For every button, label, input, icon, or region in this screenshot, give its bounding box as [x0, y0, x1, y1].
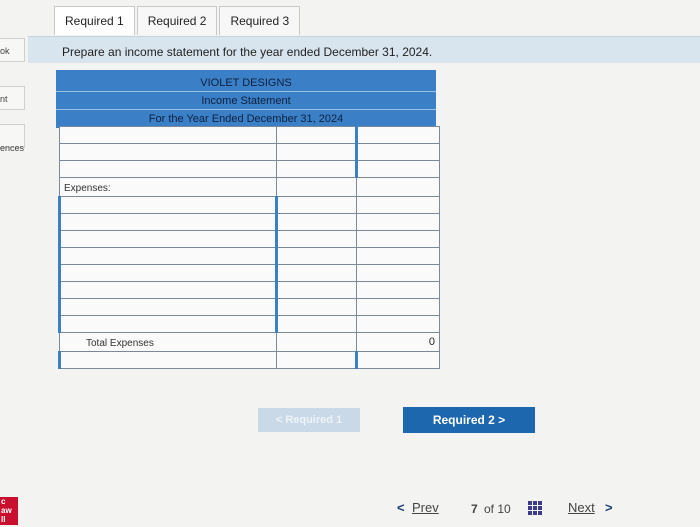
- total-cell: [356, 230, 440, 248]
- rail-item-ok[interactable]: ok: [0, 46, 10, 56]
- table-row: [58, 264, 440, 282]
- table-row: [58, 281, 440, 299]
- amount-cell: [276, 351, 357, 369]
- table-row: [58, 298, 440, 316]
- expense-amount-input[interactable]: [275, 247, 357, 265]
- amount-input[interactable]: [276, 126, 357, 144]
- amount-cell: [276, 177, 357, 197]
- requirement-tabs: Required 1 Required 2 Required 3: [54, 6, 302, 36]
- total-cell: [356, 247, 440, 265]
- expense-amount-input[interactable]: [275, 281, 357, 299]
- logo-line: c: [1, 497, 6, 506]
- account-input[interactable]: [59, 126, 277, 144]
- table-row: [58, 213, 440, 231]
- logo-line: ll: [1, 515, 6, 524]
- income-statement-grid: Expenses: Total Expenses 0: [58, 126, 440, 369]
- table-row: [59, 160, 440, 178]
- table-row: [59, 143, 440, 161]
- account-input[interactable]: [59, 160, 277, 178]
- prev-button[interactable]: Prev: [412, 500, 439, 515]
- expense-account-input[interactable]: [58, 230, 277, 248]
- expense-account-input[interactable]: [58, 315, 277, 333]
- total-expenses-label: Total Expenses: [86, 338, 154, 349]
- expenses-label-cell: Expenses:: [59, 177, 277, 197]
- next-required-button[interactable]: Required 2 >: [403, 407, 535, 433]
- header-divider: [56, 91, 436, 92]
- total-cell: [356, 196, 440, 214]
- statement-title: Income Statement: [201, 95, 291, 107]
- expense-account-input[interactable]: [58, 213, 277, 231]
- expense-account-input[interactable]: [58, 281, 277, 299]
- amount-input[interactable]: [276, 160, 357, 178]
- page-of-total: of 10: [484, 502, 511, 516]
- table-row: [58, 196, 440, 214]
- table-row: [58, 315, 440, 333]
- mcgraw-hill-logo: c aw ll: [0, 497, 18, 525]
- prev-required-button[interactable]: < Required 1: [258, 408, 360, 432]
- total-cell: [356, 177, 440, 197]
- total-cell: [356, 213, 440, 231]
- expense-amount-input[interactable]: [275, 264, 357, 282]
- tab-required-1[interactable]: Required 1: [54, 6, 135, 35]
- table-row: [59, 126, 440, 144]
- account-input[interactable]: [59, 143, 277, 161]
- left-rail: ok nt ences c aw ll: [0, 0, 28, 527]
- account-input[interactable]: [58, 351, 277, 369]
- total-expenses-label-cell: Total Expenses: [59, 332, 277, 352]
- amount-input[interactable]: [276, 143, 357, 161]
- expense-account-input[interactable]: [58, 264, 277, 282]
- total-cell: [356, 281, 440, 299]
- next-chevron-icon[interactable]: >: [605, 500, 613, 515]
- expense-amount-input[interactable]: [275, 315, 357, 333]
- rail-item-nt[interactable]: nt: [0, 94, 8, 104]
- question-grid-icon[interactable]: [528, 501, 542, 515]
- total-input[interactable]: [355, 160, 440, 178]
- amount-cell: [276, 332, 357, 352]
- expense-account-input[interactable]: [58, 247, 277, 265]
- next-button[interactable]: Next: [568, 500, 595, 515]
- page-current: 7: [471, 502, 478, 516]
- instruction-text: Prepare an income statement for the year…: [62, 45, 433, 59]
- total-input[interactable]: [355, 126, 440, 144]
- rail-item-references[interactable]: ences: [0, 143, 24, 153]
- table-row: [58, 230, 440, 248]
- logo-line: aw: [1, 506, 12, 515]
- total-cell: [356, 298, 440, 316]
- expenses-label: Expenses:: [64, 183, 111, 194]
- header-divider: [56, 109, 436, 110]
- table-row: Total Expenses 0: [59, 332, 440, 352]
- expense-amount-input[interactable]: [275, 298, 357, 316]
- expense-account-input[interactable]: [58, 298, 277, 316]
- total-cell: [356, 264, 440, 282]
- company-name: VIOLET DESIGNS: [200, 77, 292, 89]
- total-cell: [356, 315, 440, 333]
- tab-required-2[interactable]: Required 2: [136, 6, 218, 35]
- table-row: [58, 247, 440, 265]
- statement-header: VIOLET DESIGNS Income Statement For the …: [56, 70, 436, 128]
- expense-amount-input[interactable]: [275, 230, 357, 248]
- table-row: [58, 351, 440, 369]
- total-input[interactable]: [355, 351, 440, 369]
- total-expenses-value: 0: [356, 332, 440, 352]
- expense-account-input[interactable]: [58, 196, 277, 214]
- tab-required-3[interactable]: Required 3: [219, 6, 301, 35]
- expense-amount-input[interactable]: [275, 196, 357, 214]
- expense-amount-input[interactable]: [275, 213, 357, 231]
- statement-period: For the Year Ended December 31, 2024: [148, 113, 344, 125]
- prev-chevron-icon[interactable]: <: [397, 500, 405, 515]
- total-input[interactable]: [355, 143, 440, 161]
- table-row: Expenses:: [59, 177, 440, 197]
